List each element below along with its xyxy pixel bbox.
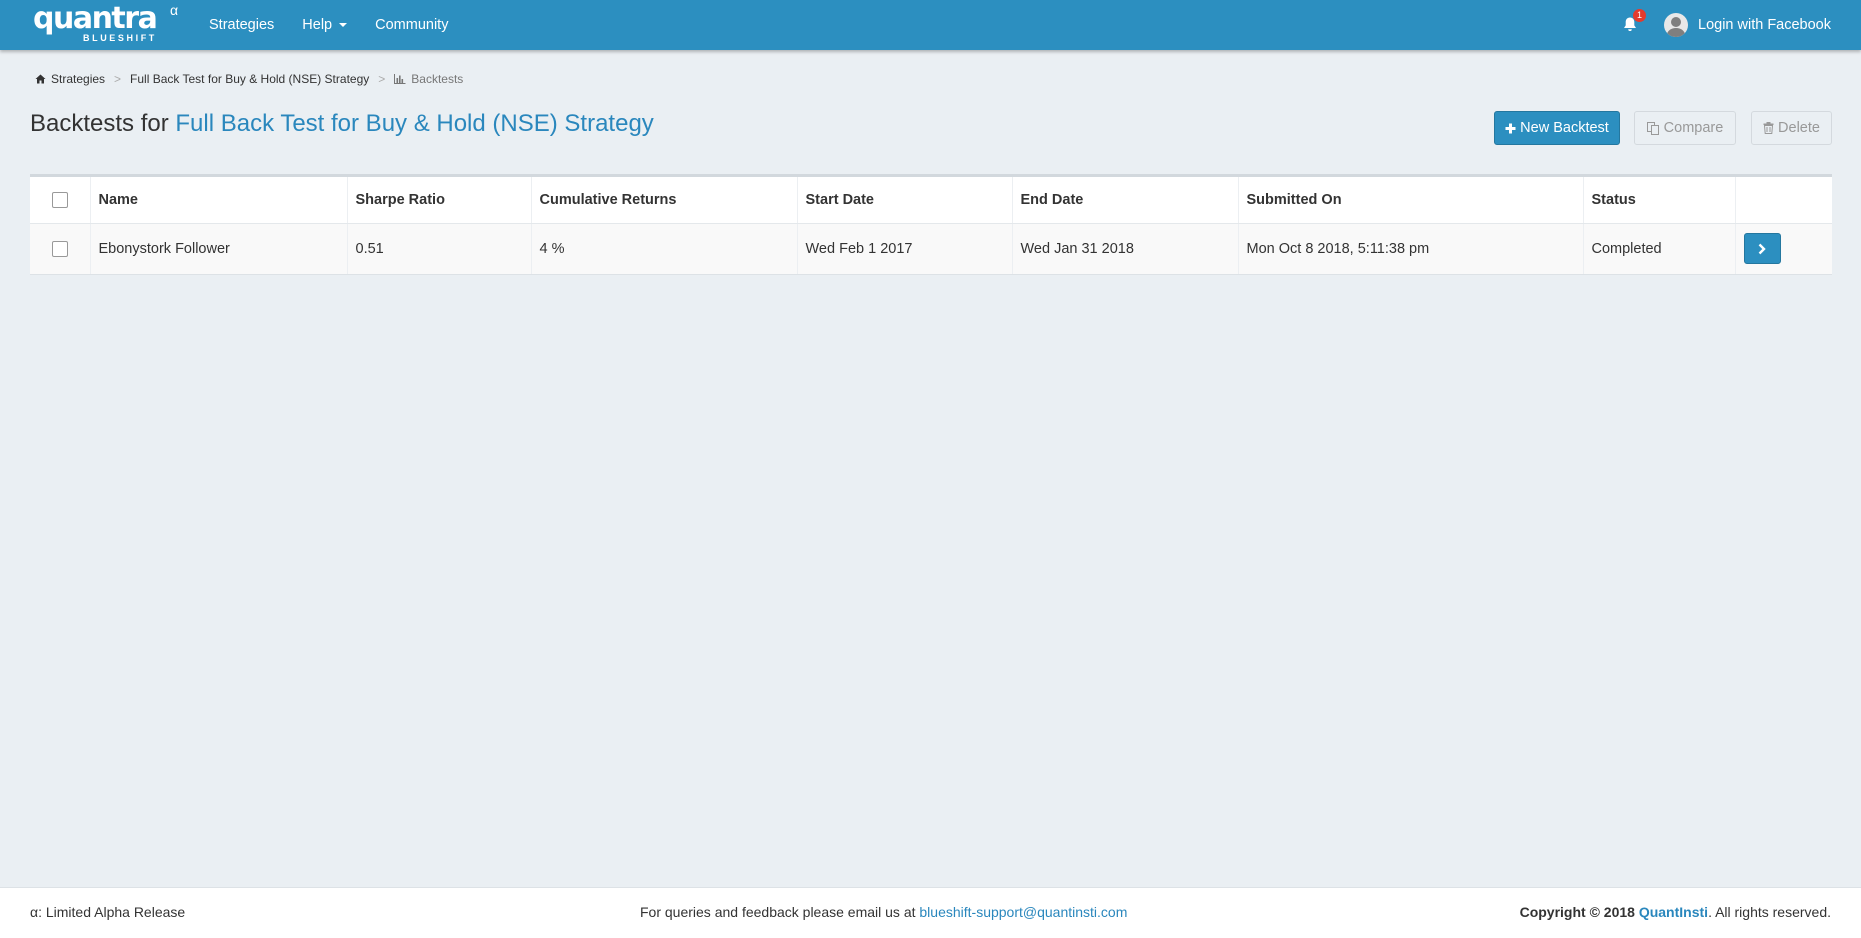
notifications-button[interactable]: 1 (1620, 9, 1646, 38)
row-checkbox[interactable] (51, 240, 68, 257)
nav-links: Strategies Help Community (195, 0, 462, 50)
cell-cumulative-returns: 4 % (530, 223, 797, 274)
breadcrumb-strategies-label: Strategies (51, 72, 106, 86)
breadcrumb: Strategies > Full Back Test for Buy & Ho… (35, 72, 463, 86)
column-header-sharpe-ratio[interactable]: Sharpe Ratio (346, 177, 531, 224)
breadcrumb-backtests-label: Backtests (411, 72, 464, 86)
brand-logo[interactable]: quantra BLUESHIFT α (33, 1, 183, 46)
footer-rights-text: . All rights reserved. (1708, 904, 1831, 920)
caret-down-icon (339, 23, 348, 27)
footer-email-link[interactable]: blueshift-support@quantinsti.com (919, 904, 1127, 920)
footer-contact-text: For queries and feedback please email us… (640, 904, 916, 920)
footer-release-note: α: Limited Alpha Release (30, 904, 186, 920)
column-header-name[interactable]: Name (89, 177, 347, 224)
home-icon (35, 74, 46, 84)
footer-contact: For queries and feedback please email us… (640, 904, 1127, 920)
trash-icon (1763, 122, 1774, 134)
page-title-prefix: Backtests for (30, 110, 169, 137)
page-title-strategy-link[interactable]: Full Back Test for Buy & Hold (NSE) Stra… (175, 110, 653, 137)
backtests-table: Name Sharpe Ratio Cumulative Returns Sta… (30, 177, 1832, 274)
column-header-status[interactable]: Status (1582, 177, 1735, 224)
column-header-end-date[interactable]: End Date (1011, 177, 1238, 224)
login-facebook-button[interactable]: Login with Facebook (1664, 0, 1831, 50)
cell-end-date: Wed Jan 31 2018 (1011, 223, 1238, 274)
cell-start-date: Wed Feb 1 2017 (796, 223, 1012, 274)
delete-label: Delete (1778, 120, 1820, 136)
select-all-cell (30, 177, 90, 224)
brand-alpha: α (170, 2, 179, 18)
table-header-row: Name Sharpe Ratio Cumulative Returns Sta… (30, 177, 1832, 224)
breadcrumb-strategy[interactable]: Full Back Test for Buy & Hold (NSE) Stra… (130, 72, 369, 86)
table-row[interactable]: Ebonystork Follower 0.51 4 % Wed Feb 1 2… (30, 223, 1832, 274)
cell-sharpe-ratio: 0.51 (346, 223, 531, 274)
footer-copyright: Copyright © 2018 QuantInsti. All rights … (1520, 904, 1831, 920)
bar-chart-icon (394, 74, 406, 84)
new-backtest-button[interactable]: New Backtest (1494, 111, 1620, 145)
select-all-checkbox[interactable] (51, 191, 68, 208)
column-header-cumulative-returns[interactable]: Cumulative Returns (530, 177, 797, 224)
column-header-start-date[interactable]: Start Date (796, 177, 1012, 224)
cell-submitted-on: Mon Oct 8 2018, 5:11:38 pm (1237, 223, 1583, 274)
backtests-table-panel: Name Sharpe Ratio Cumulative Returns Sta… (30, 174, 1832, 275)
nav-strategies-label: Strategies (209, 17, 275, 33)
delete-button[interactable]: Delete (1751, 111, 1832, 145)
open-backtest-button[interactable] (1743, 233, 1781, 265)
compare-button[interactable]: Compare (1634, 111, 1736, 145)
chevron-right-icon (1758, 243, 1766, 255)
user-avatar-icon (1664, 13, 1688, 37)
new-backtest-label: New Backtest (1520, 120, 1609, 136)
notification-badge: 1 (1633, 9, 1646, 22)
nav-help-label: Help (302, 17, 333, 33)
brand-wordmark: quantra (33, 1, 158, 36)
page-title: Backtests for Full Back Test for Buy & H… (30, 110, 654, 138)
nav-strategies[interactable]: Strategies (195, 0, 288, 50)
nav-community-label: Community (375, 17, 449, 33)
breadcrumb-separator: > (378, 72, 386, 86)
row-select-cell (30, 223, 90, 274)
column-header-actions (1734, 177, 1832, 224)
footer-copyright-text: Copyright © 2018 (1519, 904, 1635, 920)
nav-help-dropdown[interactable]: Help (288, 0, 361, 50)
cell-action (1734, 223, 1832, 274)
breadcrumb-strategy-label: Full Back Test for Buy & Hold (NSE) Stra… (130, 72, 370, 86)
plus-icon (1505, 123, 1516, 133)
footer: α: Limited Alpha Release For queries and… (0, 887, 1861, 938)
breadcrumb-strategies[interactable]: Strategies (35, 72, 105, 86)
nav-community[interactable]: Community (361, 0, 462, 50)
cell-name: Ebonystork Follower (89, 223, 347, 274)
cell-status: Completed (1582, 223, 1735, 274)
breadcrumb-separator: > (114, 72, 122, 86)
brand-subtitle: BLUESHIFT (83, 33, 157, 43)
copy-icon (1646, 121, 1659, 135)
compare-label: Compare (1663, 120, 1724, 136)
login-label: Login with Facebook (1698, 17, 1831, 33)
footer-company-link[interactable]: QuantInsti (1639, 904, 1708, 920)
column-header-submitted-on[interactable]: Submitted On (1237, 177, 1583, 224)
top-navbar: quantra BLUESHIFT α Strategies Help Comm… (0, 0, 1861, 50)
breadcrumb-backtests: Backtests (394, 72, 463, 86)
